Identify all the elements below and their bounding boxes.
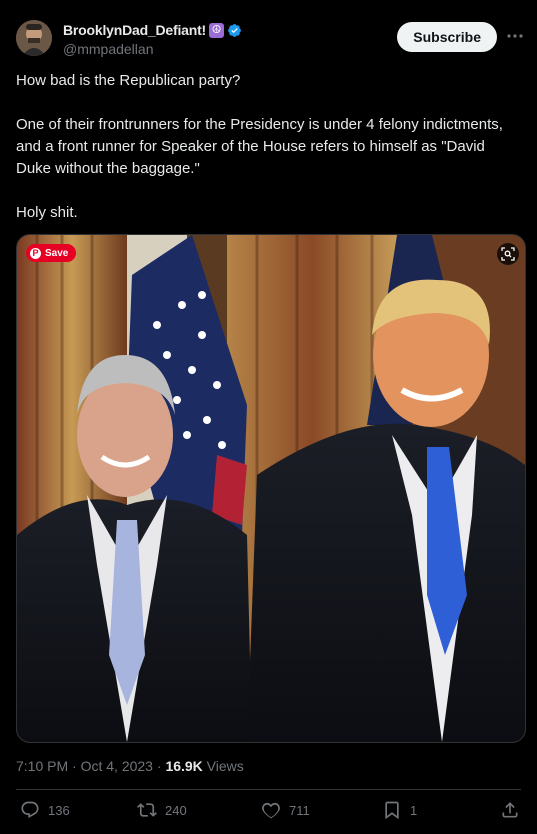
display-name[interactable]: BrooklynDad_Defiant! bbox=[63, 22, 206, 38]
name-row: BrooklynDad_Defiant! ☮ bbox=[63, 22, 242, 38]
bookmark-icon bbox=[385, 801, 399, 820]
save-label: Save bbox=[45, 247, 69, 259]
avatar[interactable] bbox=[16, 20, 52, 56]
photo-illustration bbox=[17, 235, 525, 742]
reply-count: 136 bbox=[48, 802, 70, 818]
tweet-paragraph: How bad is the Republican party? bbox=[16, 72, 241, 89]
peace-emoji-badge: ☮ bbox=[209, 22, 225, 38]
meta-separator: · bbox=[152, 758, 166, 774]
tweet-meta: 7:10 PM · Oct 4, 2023 · 16.9K Views bbox=[16, 758, 244, 774]
views-label: Views bbox=[202, 758, 244, 774]
more-horizontal-icon[interactable] bbox=[505, 26, 525, 46]
tweet-text: How bad is the Republican party? One of … bbox=[16, 70, 521, 246]
tweet-time[interactable]: 7:10 PM bbox=[16, 758, 68, 774]
repost-count: 240 bbox=[165, 802, 187, 818]
meta-separator: · bbox=[68, 758, 81, 774]
pinterest-save-button[interactable]: P Save bbox=[26, 244, 77, 262]
heart-icon bbox=[262, 802, 280, 819]
pinterest-icon: P bbox=[30, 247, 41, 259]
views-count: 16.9K bbox=[165, 758, 203, 774]
like-button[interactable]: 711 bbox=[261, 800, 310, 820]
share-button[interactable] bbox=[500, 800, 520, 820]
share-icon bbox=[502, 802, 518, 818]
divider bbox=[16, 789, 521, 790]
user-handle[interactable]: @mmpadellan bbox=[63, 41, 153, 57]
repost-button[interactable]: 240 bbox=[137, 800, 187, 820]
tweet-paragraph: Holy shit. bbox=[16, 204, 78, 221]
like-count: 711 bbox=[289, 802, 310, 818]
tweet-photo[interactable]: P Save bbox=[16, 234, 526, 743]
reply-button[interactable]: 136 bbox=[20, 800, 70, 820]
reply-icon bbox=[21, 801, 39, 819]
bookmark-button[interactable]: 1 bbox=[382, 800, 417, 820]
tweet-actions: 136 240 711 1 bbox=[16, 800, 521, 824]
tweet-paragraph: One of their frontrunners for the Presid… bbox=[16, 116, 503, 177]
subscribe-button[interactable]: Subscribe bbox=[397, 22, 497, 52]
visual-search-icon[interactable] bbox=[497, 243, 519, 265]
bookmark-count: 1 bbox=[410, 802, 418, 818]
verified-badge-icon bbox=[228, 23, 241, 37]
tweet-header: BrooklynDad_Defiant! ☮ @mmpadellan Subsc… bbox=[16, 20, 523, 60]
tweet-date[interactable]: Oct 4, 2023 bbox=[81, 758, 153, 774]
repost-icon bbox=[137, 803, 157, 817]
